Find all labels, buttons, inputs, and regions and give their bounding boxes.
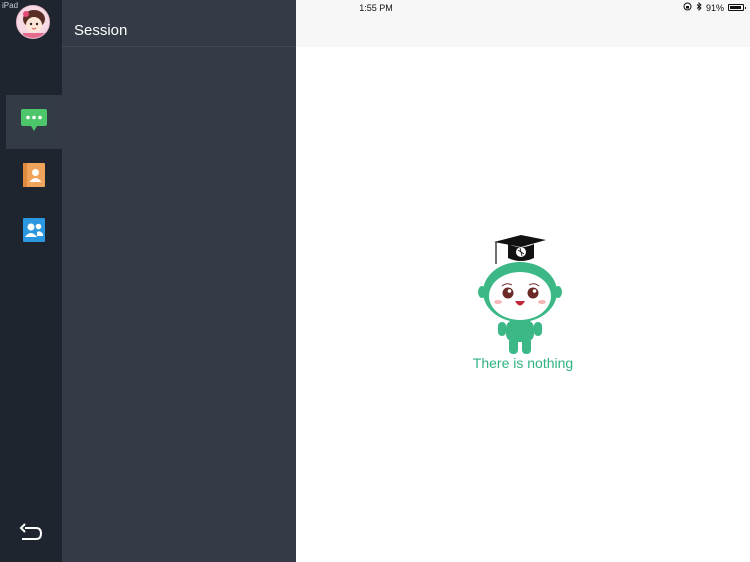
device-label: iPad: [2, 1, 19, 10]
nav-rail: iPad: [0, 0, 62, 562]
empty-state-mascot: [476, 232, 566, 357]
rail-item-contacts[interactable]: [6, 150, 62, 204]
rail-item-groups[interactable]: [6, 205, 62, 259]
status-indicators: 91%: [683, 1, 746, 13]
main-content: 1:55 PM 91% There is nothing: [296, 0, 750, 562]
back-arrow-icon: [19, 523, 43, 548]
battery-level: [730, 6, 741, 9]
rail-item-sessions[interactable]: [6, 95, 62, 149]
app-screen: iPad Session 1:55 PM 91% There is nothin…: [0, 0, 750, 562]
battery-percent: 91%: [705, 2, 724, 13]
back-button[interactable]: [19, 522, 43, 544]
contact-card-icon: [22, 162, 46, 193]
orientation-lock-icon: [683, 2, 692, 13]
battery-tip: [744, 6, 746, 9]
empty-state-text: There is nothing: [472, 355, 574, 371]
panel-title: Session: [74, 22, 128, 39]
status-time: 1:55 PM: [359, 3, 393, 13]
status-bar: 1:55 PM 91%: [296, 0, 750, 47]
user-avatar[interactable]: [16, 5, 50, 39]
group-contacts-icon: [22, 217, 46, 248]
session-panel-header: Session: [62, 0, 296, 47]
battery-icon: [728, 4, 746, 11]
chat-bubble-icon: [20, 107, 48, 138]
bluetooth-icon: [696, 1, 702, 13]
session-panel: Session: [62, 0, 296, 562]
